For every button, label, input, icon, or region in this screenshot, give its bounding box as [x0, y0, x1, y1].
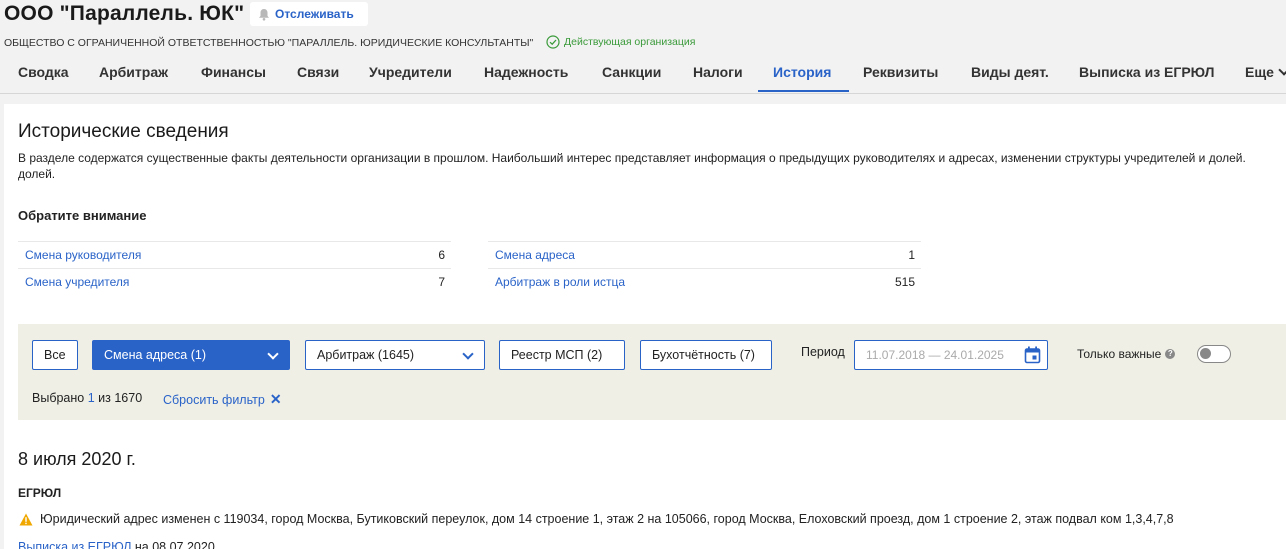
track-button-label: Отслеживать [275, 7, 354, 21]
extract-line: Выписка из ЕГРЮЛ на 08.07.2020 [18, 540, 215, 549]
notice-title: Обратите внимание [18, 208, 147, 223]
stat-row-arbitration-plaintiff: Арбитраж в роли истца 515 [488, 268, 921, 295]
filter-accounting-button[interactable]: Бухотчётность (7) [640, 340, 772, 370]
bell-icon [259, 8, 269, 21]
stat-link-director-change[interactable]: Смена руководителя [25, 248, 141, 262]
event-text: Юридический адрес изменен с 119034, горо… [40, 512, 1174, 526]
status-text: Действующая организация [564, 36, 696, 48]
reset-filter-button[interactable]: Сбросить фильтр ✕ [163, 391, 282, 408]
page-title: Исторические сведения [18, 121, 229, 142]
tab-bar: Сводка Арбитраж Финансы Связи Учредители… [0, 53, 1286, 94]
filter-arbitration-label: Арбитраж (1645) [317, 348, 415, 362]
company-full-name: ОБЩЕСТВО С ОГРАНИЧЕННОЙ ОТВЕТСТВЕННОСТЬЮ… [4, 37, 534, 49]
warning-icon [19, 513, 33, 525]
stat-link-address-change[interactable]: Смена адреса [495, 248, 575, 262]
stat-row-address-change: Смена адреса 1 [488, 241, 921, 268]
tab-nalogi[interactable]: Налоги [693, 53, 743, 93]
period-input[interactable]: 11.07.2018 — 24.01.2025 [854, 340, 1048, 370]
active-tab-indicator [758, 90, 849, 92]
event-item: Юридический адрес изменен с 119034, горо… [19, 512, 1174, 526]
extract-link[interactable]: Выписка из ЕГРЮЛ [18, 540, 131, 549]
event-source: ЕГРЮЛ [18, 486, 62, 500]
period-placeholder: 11.07.2018 — 24.01.2025 [866, 348, 1004, 362]
stat-row-director-change: Смена руководителя 6 [18, 241, 451, 268]
filter-address-change-button[interactable]: Смена адреса (1) [92, 340, 290, 370]
tab-rekvizity[interactable]: Реквизиты [863, 53, 938, 93]
toggle-knob [1200, 348, 1211, 359]
description-line-1: В разделе содержатся существенные факты … [18, 151, 1246, 165]
filter-bar: Все Смена адреса (1) Арбитраж (1645) Рее… [18, 324, 1286, 420]
reset-filter-label: Сбросить фильтр [163, 392, 265, 407]
stat-value: 7 [438, 275, 445, 289]
tab-uchrediteli[interactable]: Учредители [369, 53, 452, 93]
filter-all-button[interactable]: Все [32, 340, 78, 370]
selected-suffix: из 1670 [98, 391, 143, 405]
tab-more[interactable]: Еще [1245, 53, 1286, 93]
stat-value: 6 [438, 248, 445, 262]
description-line-2: долей. [18, 167, 56, 181]
selected-count: 1 [87, 391, 95, 405]
selected-info: Выбрано 1 из 1670 [32, 391, 142, 405]
tab-nadezhnost[interactable]: Надежность [484, 53, 568, 93]
filter-msp-registry-button[interactable]: Реестр МСП (2) [499, 340, 625, 370]
close-icon: ✕ [269, 391, 282, 407]
only-important-label: Только важные [1077, 347, 1162, 361]
company-title: ООО "Параллель. ЮК" [4, 2, 245, 25]
stat-value: 515 [894, 275, 915, 289]
tab-istoriya[interactable]: История [773, 53, 831, 93]
tab-finansy[interactable]: Финансы [201, 53, 266, 93]
tab-sanktsii[interactable]: Санкции [602, 53, 661, 93]
chevron-down-icon [267, 348, 279, 360]
tab-vypiska-egryul[interactable]: Выписка из ЕГРЮЛ [1079, 53, 1214, 93]
tab-more-label: Еще [1245, 64, 1274, 80]
check-circle-icon [546, 35, 560, 49]
status-badge: Действующая организация [546, 35, 695, 49]
extract-date: на 08.07.2020 [134, 540, 215, 549]
selected-prefix: Выбрано [32, 391, 85, 405]
tab-arbitrazh[interactable]: Арбитраж [99, 53, 168, 93]
only-important-toggle[interactable] [1197, 345, 1231, 363]
stat-link-founder-change[interactable]: Смена учредителя [25, 275, 129, 289]
event-date: 8 июля 2020 г. [18, 449, 136, 469]
help-icon[interactable]: ? [1165, 349, 1176, 359]
filter-address-change-label: Смена адреса (1) [104, 348, 207, 362]
track-button[interactable]: Отслеживать [250, 2, 368, 26]
tab-vidy-deyat[interactable]: Виды деят. [971, 53, 1049, 93]
only-important: Только важные ? [1077, 347, 1176, 361]
history-panel: Исторические сведения В разделе содержат… [4, 104, 1286, 549]
chevron-down-icon [1278, 64, 1286, 76]
stat-link-arbitration-plaintiff[interactable]: Арбитраж в роли истца [495, 275, 625, 289]
calendar-icon[interactable] [1024, 346, 1041, 364]
tab-svodka[interactable]: Сводка [18, 53, 69, 93]
filter-arbitration-button[interactable]: Арбитраж (1645) [305, 340, 485, 370]
stat-value: 1 [908, 248, 915, 262]
period-label: Период [801, 345, 845, 359]
chevron-down-icon [462, 348, 474, 360]
stat-row-founder-change: Смена учредителя 7 [18, 268, 451, 295]
section-description: В разделе содержатся существенные факты … [18, 150, 1286, 167]
tab-svyazi[interactable]: Связи [297, 53, 339, 93]
